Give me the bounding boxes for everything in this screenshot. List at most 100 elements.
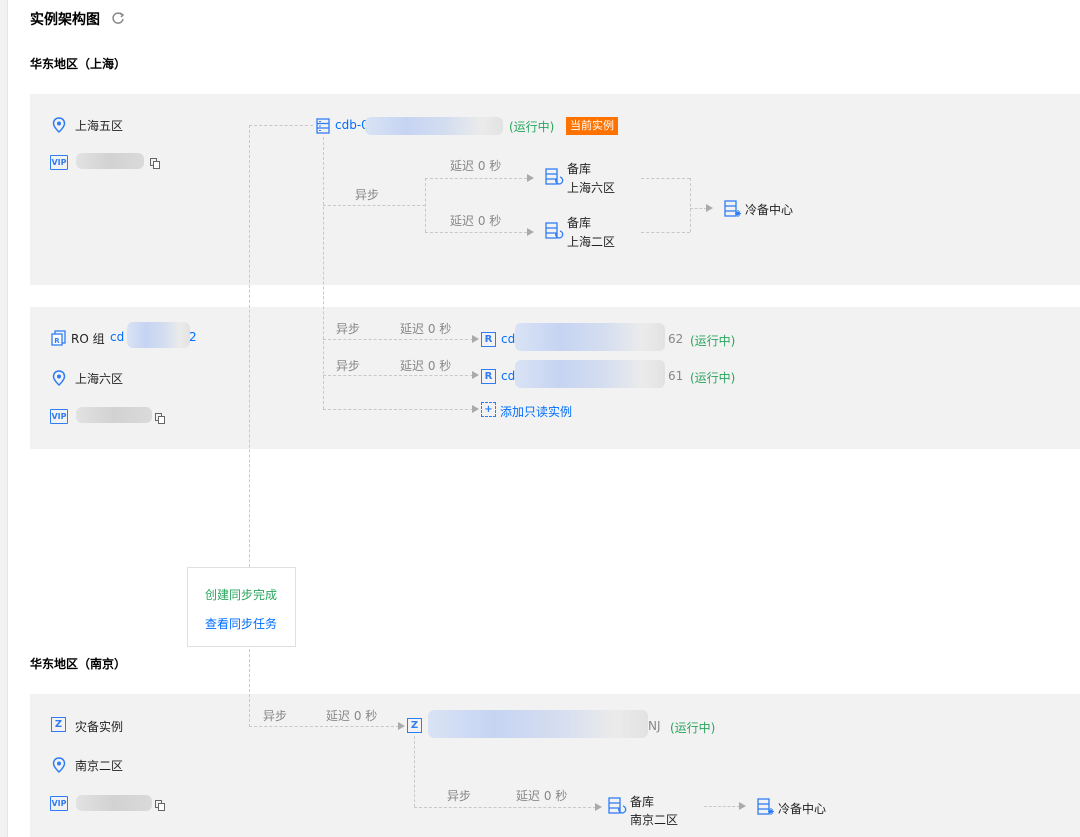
sync-done-text: 创建同步完成 [205, 588, 278, 602]
arrow-icon [595, 803, 602, 811]
svg-text:R: R [54, 337, 60, 345]
connector [249, 726, 399, 727]
database-icon [316, 118, 330, 134]
dr-standby-label: 备库 [630, 795, 655, 809]
cold-backup-icon [724, 200, 741, 217]
ro-instance-prefix[interactable]: cd [501, 332, 515, 346]
location-pin-icon [52, 370, 66, 387]
connector [641, 232, 690, 233]
arrow-icon [527, 228, 534, 236]
add-readonly-button[interactable]: 添加只读实例 [500, 403, 572, 420]
standby2-label: 备库 [567, 216, 592, 230]
connector [323, 409, 473, 410]
primary-zone: 上海五区 [75, 119, 124, 133]
connector [641, 178, 690, 179]
arrow-icon [472, 335, 479, 343]
vip-icon: VIP [50, 155, 68, 170]
vip-address [76, 153, 144, 169]
standby-db-icon [608, 797, 627, 814]
ro-instance-masked [515, 323, 665, 351]
readonly-r-icon: R [481, 332, 496, 347]
copy-icon[interactable] [150, 158, 160, 169]
view-sync-task-link[interactable]: 查看同步任务 [205, 615, 277, 632]
primary-instance-id[interactable]: cdb-0 [335, 118, 369, 132]
cold-backup-icon [757, 798, 774, 815]
ro-row-async: 异步 [336, 322, 361, 336]
primary-status: (运行中) [509, 120, 555, 134]
vip-address [76, 795, 152, 811]
ro-instance-suffix: 61 [668, 369, 684, 383]
dr-zone: 南京二区 [75, 759, 124, 773]
copy-icon[interactable] [155, 800, 165, 811]
dr-z-icon: Z [51, 717, 66, 732]
connector [323, 339, 473, 340]
dr-async: 异步 [263, 709, 288, 723]
standby2-zone: 上海二区 [567, 235, 616, 249]
connector [690, 178, 691, 232]
refresh-icon[interactable] [111, 11, 125, 25]
dr-delay: 延迟 0 秒 [326, 709, 378, 723]
connector [323, 205, 425, 206]
connector [323, 137, 324, 409]
cold-backup-label: 冷备中心 [745, 203, 794, 217]
arrow-icon [472, 405, 479, 413]
standby-db-icon [545, 168, 564, 185]
location-pin-icon [52, 117, 66, 134]
connector [414, 807, 596, 808]
ro-instance-masked [515, 360, 665, 388]
ro-group-label: RO 组 [71, 332, 105, 346]
standby-db-icon [545, 222, 564, 239]
ro-instance-suffix: 62 [668, 332, 684, 346]
arrow-icon [472, 371, 479, 379]
standby1-label: 备库 [567, 162, 592, 176]
connector [425, 178, 426, 232]
ro-group-id-prefix[interactable]: cd [110, 330, 124, 344]
connector [704, 806, 740, 807]
location-pin-icon [52, 757, 66, 774]
standby1-zone: 上海六区 [567, 181, 616, 195]
dr-instance-suffix: NJ [648, 719, 661, 733]
current-instance-badge: 当前实例 [566, 117, 618, 135]
arrow-icon [706, 204, 713, 212]
dr-instance-masked [428, 710, 648, 738]
connector [414, 736, 415, 807]
ro-group-id-suffix[interactable]: 2 [189, 330, 197, 344]
ro-group-icon: R [51, 330, 66, 346]
connector [425, 232, 527, 233]
ro-row-delay: 延迟 0 秒 [400, 322, 452, 336]
vip-icon: VIP [50, 796, 68, 811]
delay-label: 延迟 0 秒 [450, 159, 502, 173]
ro-zone: 上海六区 [75, 372, 124, 386]
dr-z-icon: Z [407, 718, 422, 733]
vip-icon: VIP [50, 409, 68, 424]
ro-row-delay: 延迟 0 秒 [400, 359, 452, 373]
vip-address [76, 407, 152, 423]
arrow-icon [398, 722, 405, 730]
arrow-icon [739, 802, 746, 810]
dr-delay2: 延迟 0 秒 [516, 789, 568, 803]
connector [425, 178, 527, 179]
ro-instance-status: (运行中) [690, 334, 736, 348]
dr-label: 灾备实例 [75, 720, 124, 734]
region-nanjing-heading: 华东地区（南京） [30, 657, 127, 671]
ro-instance-prefix[interactable]: cd [501, 369, 515, 383]
left-edge [0, 0, 8, 837]
ro-row-async: 异步 [336, 359, 361, 373]
connector [690, 208, 707, 209]
dr-instance-status: (运行中) [670, 721, 716, 735]
async-label: 异步 [355, 188, 380, 202]
ro-instance-status: (运行中) [690, 371, 736, 385]
primary-instance-id-masked [365, 117, 503, 135]
dr-async2: 异步 [447, 789, 472, 803]
sync-popup: 创建同步完成 查看同步任务 [187, 567, 296, 647]
dr-cold-backup-label: 冷备中心 [778, 802, 827, 816]
readonly-r-icon: R [481, 369, 496, 384]
arrow-icon [527, 174, 534, 182]
delay-label: 延迟 0 秒 [450, 214, 502, 228]
copy-icon[interactable] [155, 413, 165, 424]
ro-group-id-masked [127, 322, 190, 348]
plus-icon[interactable]: + [481, 402, 496, 417]
connector [323, 375, 473, 376]
primary-panel [30, 94, 1080, 285]
connector [249, 125, 313, 126]
